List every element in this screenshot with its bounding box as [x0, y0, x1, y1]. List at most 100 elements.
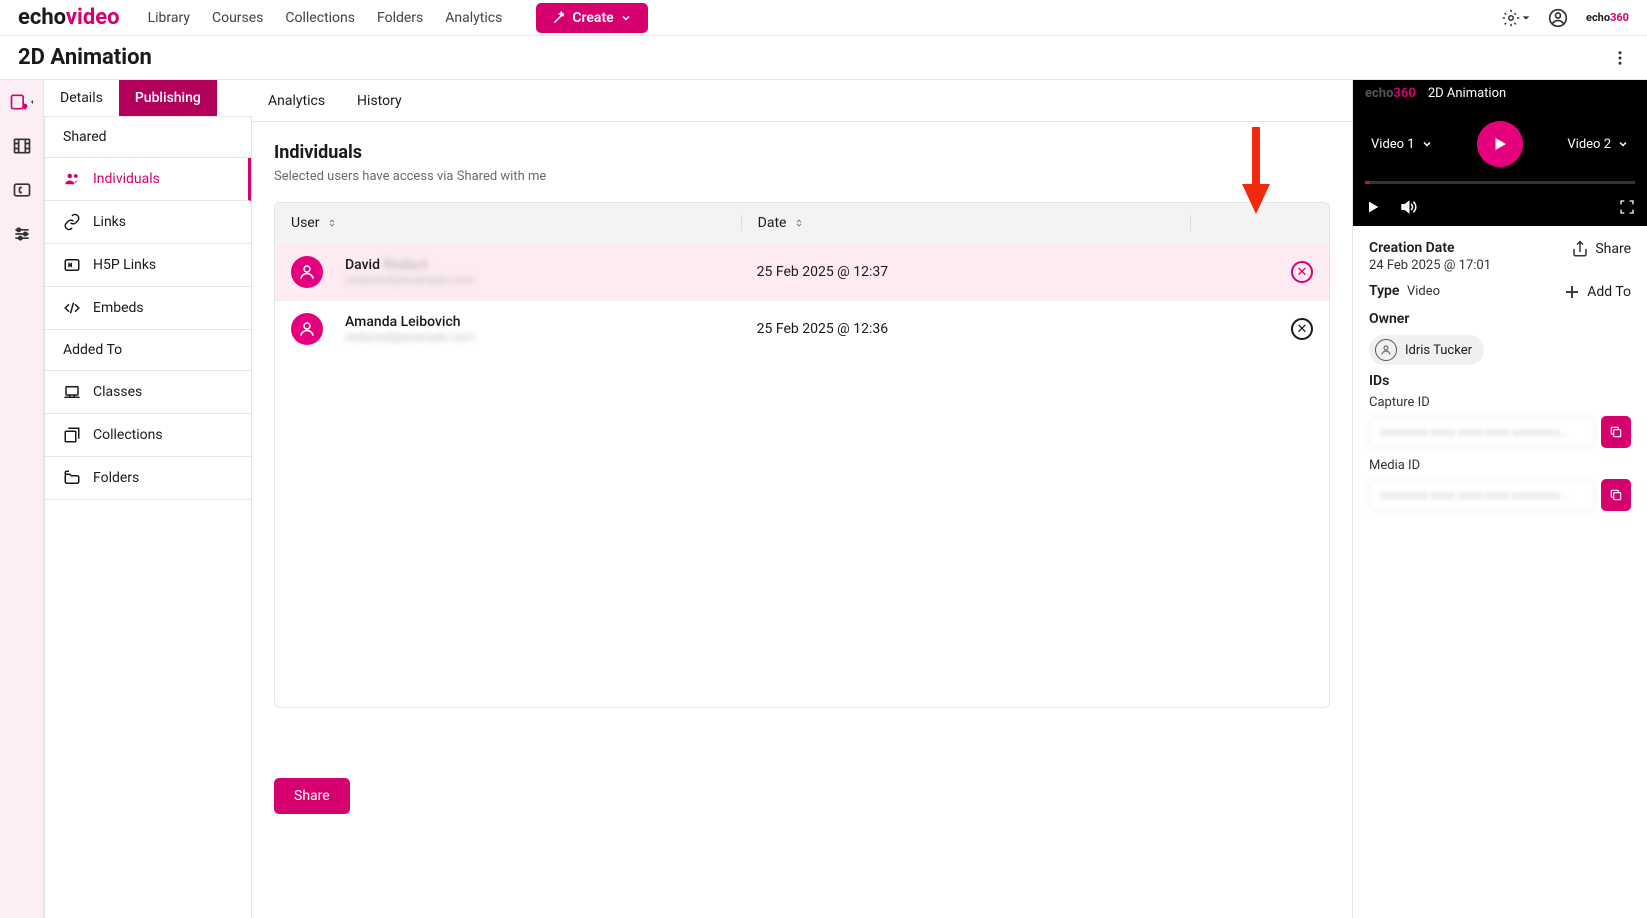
logo-part1: echo: [18, 5, 66, 30]
play-small-icon[interactable]: [1365, 199, 1381, 215]
sort-icon: [327, 217, 337, 229]
video-2-label: Video 2: [1567, 137, 1611, 152]
rail-info[interactable]: i: [9, 92, 35, 112]
sidebar-item-label: Classes: [93, 384, 142, 400]
video-1-selector[interactable]: Video 1: [1371, 137, 1433, 152]
film-icon[interactable]: [12, 136, 32, 156]
svg-text:i: i: [24, 105, 25, 110]
copy-capture-id-button[interactable]: [1601, 416, 1631, 448]
classes-icon: [63, 383, 81, 401]
tab-history[interactable]: History: [341, 80, 418, 121]
create-button[interactable]: Create: [536, 3, 647, 33]
folders-icon: [63, 469, 81, 487]
nav-analytics[interactable]: Analytics: [445, 10, 502, 26]
small-logo-part2: 360: [1610, 11, 1629, 24]
play-icon: [1491, 135, 1509, 153]
meta-type-row: Type Video Add To: [1369, 283, 1631, 301]
player-title: 2D Animation: [1428, 86, 1506, 101]
content-tabs: Details Publishing: [44, 80, 252, 117]
table-empty-space: [275, 357, 1329, 707]
transcript-icon[interactable]: [12, 180, 32, 200]
section-title: Individuals: [274, 142, 1330, 163]
player-controls: [1353, 192, 1647, 226]
column-date-label: Date: [758, 215, 787, 231]
sliders-icon[interactable]: [12, 224, 32, 244]
people-icon: [63, 170, 81, 188]
remove-user-button[interactable]: ✕: [1291, 318, 1313, 340]
owner-avatar: [1375, 339, 1397, 361]
table-header: User Date: [275, 203, 1329, 243]
volume-icon[interactable]: [1399, 198, 1417, 216]
ids-heading: IDs: [1369, 373, 1631, 389]
column-action-header: [1190, 215, 1313, 231]
tab-analytics[interactable]: Analytics: [252, 80, 341, 121]
small-logo[interactable]: echo360: [1586, 11, 1629, 24]
avatar: [291, 313, 323, 345]
sidebar-item-embeds[interactable]: Embeds: [45, 287, 251, 330]
column-user-header[interactable]: User: [291, 215, 741, 231]
metadata-panel: Creation Date 24 Feb 2025 @ 17:01 Share …: [1353, 226, 1647, 535]
nav-collections[interactable]: Collections: [285, 10, 355, 26]
user-icon[interactable]: [1548, 8, 1568, 28]
video-header: echo360 2D Animation: [1353, 80, 1647, 107]
table-row[interactable]: David Redact redacted@example.com 25 Feb…: [275, 243, 1329, 300]
kebab-icon[interactable]: [1611, 49, 1629, 67]
copy-media-id-button[interactable]: [1601, 479, 1631, 511]
tab-publishing[interactable]: Publishing: [119, 80, 217, 116]
creation-date-label: Creation Date: [1369, 240, 1491, 256]
nav-courses[interactable]: Courses: [212, 10, 263, 26]
titlebar-actions: [1611, 49, 1629, 67]
sidebar-item-classes[interactable]: Classes: [45, 371, 251, 414]
tab-details[interactable]: Details: [44, 80, 119, 116]
video-player: echo360 2D Animation Video 1 Video 2: [1353, 80, 1647, 226]
meta-creation-row: Creation Date 24 Feb 2025 @ 17:01 Share: [1369, 240, 1631, 273]
sidebar-item-individuals[interactable]: Individuals: [45, 158, 251, 201]
caret-down-icon: [1522, 14, 1530, 22]
sidebar-item-folders[interactable]: Folders: [45, 457, 251, 500]
sidebar-section-addedto: Added To: [45, 330, 251, 371]
share-button[interactable]: Share: [274, 778, 350, 814]
logo[interactable]: echovideo: [18, 5, 120, 30]
sidebar-item-links[interactable]: Links: [45, 201, 251, 244]
owner-chip[interactable]: Idris Tucker: [1369, 335, 1484, 365]
person-icon: [298, 263, 316, 281]
share-icon: [1571, 240, 1589, 258]
caret-left-icon: [29, 97, 35, 107]
media-id-label: Media ID: [1369, 458, 1631, 473]
sidebar-item-h5p[interactable]: H5P Links: [45, 244, 251, 287]
type-value: Video: [1407, 284, 1440, 299]
share-action[interactable]: Share: [1571, 240, 1631, 258]
play-button[interactable]: [1477, 121, 1523, 167]
share-action-label: Share: [1595, 241, 1631, 257]
title-bar: 2D Animation: [0, 36, 1647, 80]
progress-bar[interactable]: [1365, 181, 1635, 184]
remove-user-button[interactable]: ✕: [1291, 261, 1313, 283]
add-to-action[interactable]: Add To: [1563, 283, 1631, 301]
chevron-down-icon: [620, 12, 632, 24]
small-logo-part1: echo: [1586, 11, 1610, 24]
user-name: David Redact: [345, 257, 475, 273]
capture-id-value[interactable]: xxxxxxxx-xxxx-xxxx-xxxx-xxxxxxxx…: [1369, 416, 1595, 448]
user-email: redacted@example.com: [345, 273, 475, 287]
section-subtitle: Selected users have access via Shared wi…: [274, 169, 1330, 184]
main-body: Individuals Selected users have access v…: [252, 122, 1352, 918]
sidebar-item-label: Individuals: [93, 171, 160, 187]
table-row[interactable]: Amanda Leibovich redacted@example.com 25…: [275, 300, 1329, 357]
media-id-value[interactable]: xxxxxxxx-xxxx-xxxx-xxxx-xxxxxxxx…: [1369, 479, 1595, 511]
sidebar-item-collections[interactable]: Collections: [45, 414, 251, 457]
create-label: Create: [572, 10, 613, 26]
video-2-selector[interactable]: Video 2: [1567, 137, 1629, 152]
settings-menu[interactable]: [1502, 9, 1530, 27]
chevron-down-icon: [1617, 138, 1629, 150]
topnav-right: echo360: [1502, 8, 1629, 28]
nav-library[interactable]: Library: [148, 10, 190, 26]
column-date-header[interactable]: Date: [741, 215, 1191, 231]
nav-folders[interactable]: Folders: [377, 10, 423, 26]
h5p-icon: [63, 256, 81, 274]
chevron-down-icon: [1421, 138, 1433, 150]
link-icon: [63, 213, 81, 231]
person-icon: [1380, 344, 1392, 356]
page-title: 2D Animation: [18, 45, 152, 70]
user-name: Amanda Leibovich: [345, 314, 475, 330]
fullscreen-icon[interactable]: [1619, 199, 1635, 215]
